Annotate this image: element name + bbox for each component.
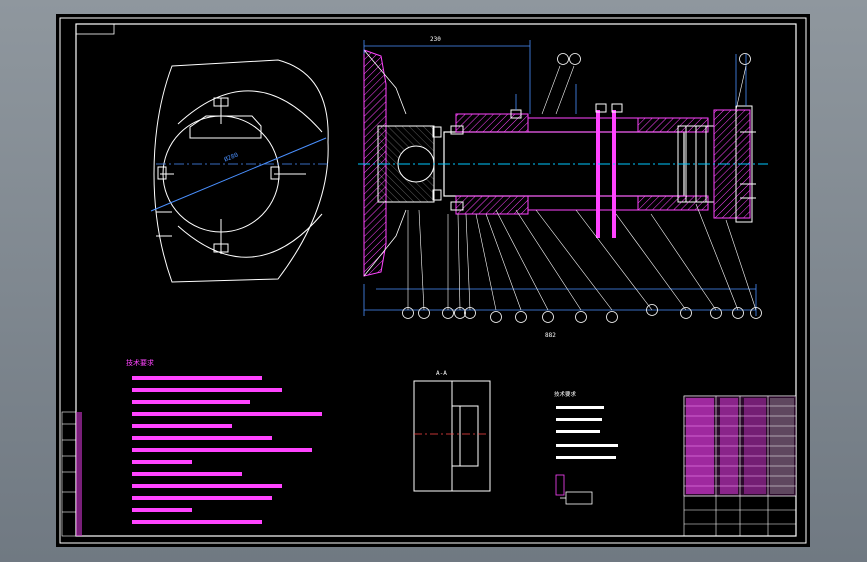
left-margin-table — [61, 411, 82, 537]
drawing-canvas[interactable]: 230 Ø280 882 A-A 技术要求 技术要求 — [56, 14, 810, 547]
front-view — [153, 59, 329, 283]
title-block — [683, 395, 797, 537]
technical-notes: 技术要求 — [126, 358, 336, 558]
cad-viewport[interactable]: 230 Ø280 882 A-A 技术要求 技术要求 — [0, 0, 867, 562]
part-balloons — [402, 53, 762, 323]
notes-title: 技术要求 — [126, 359, 154, 367]
leader-lines — [407, 65, 757, 311]
section-aa-label: A-A — [436, 370, 447, 377]
hydraulic-text-lines — [556, 406, 618, 459]
section-aa-view — [413, 380, 491, 492]
dimension-bottom-total: 882 — [545, 332, 556, 339]
notes-text-lines — [132, 376, 322, 524]
hydraulic-requirements: 技术要求 — [554, 390, 624, 482]
dimension-top-overall: 230 — [430, 36, 441, 43]
hydraulic-requirements-title: 技术要求 — [554, 392, 577, 398]
section-view — [363, 49, 756, 277]
